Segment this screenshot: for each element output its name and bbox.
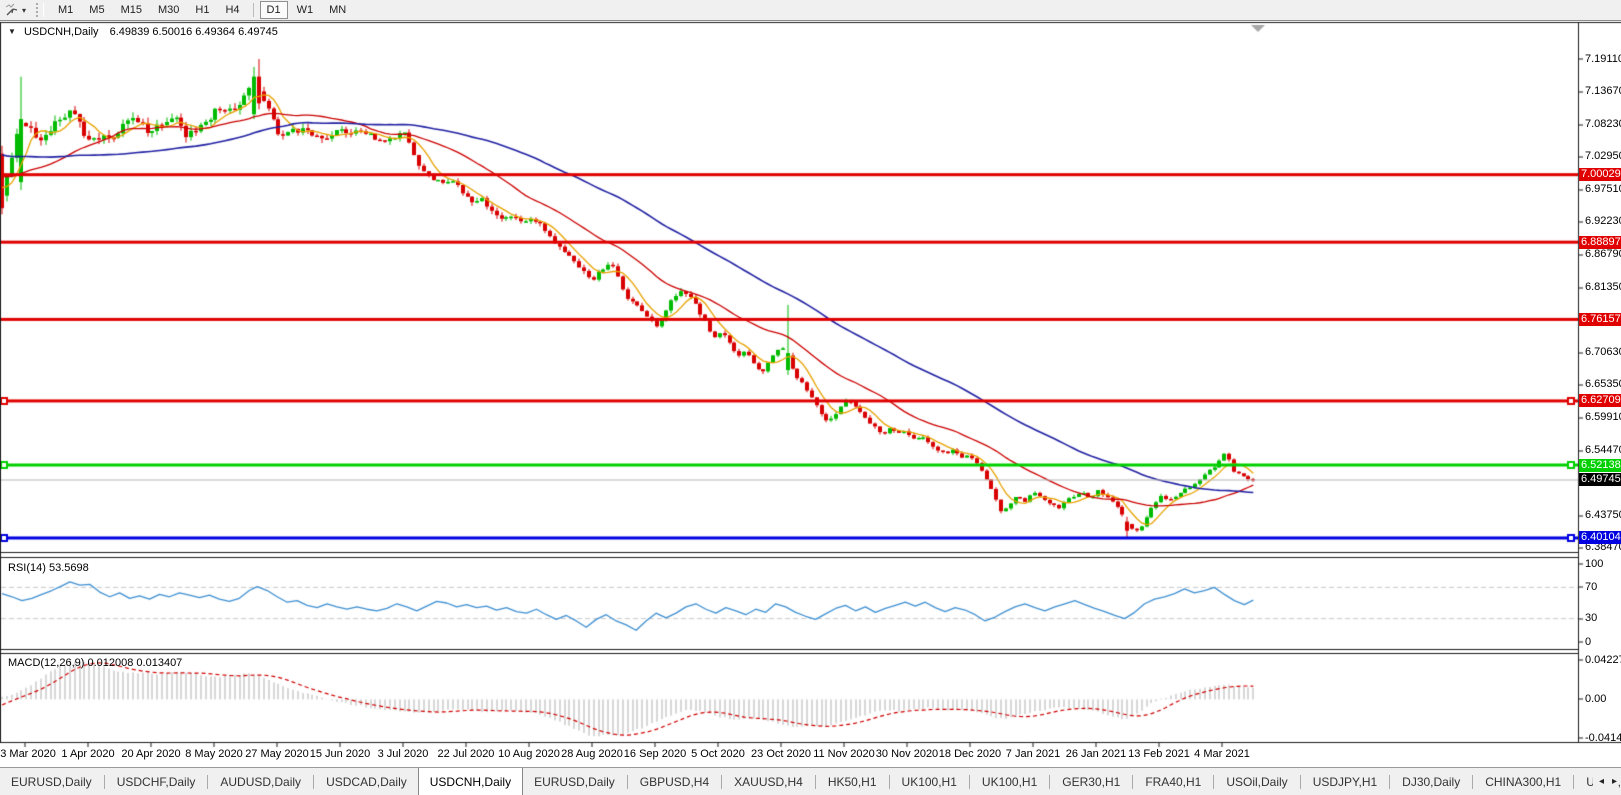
- price-line-label: 6.52138: [1579, 458, 1621, 472]
- chart-tab-bar: EURUSD,Daily USDCHF,Daily AUDUSD,Daily USDC…: [0, 767, 1621, 795]
- tab-scroll-right-icon[interactable]: ▸: [1612, 776, 1617, 787]
- price-line-label: 6.62709: [1579, 394, 1621, 408]
- chart-tab-fra40-h1[interactable]: FRA40,H1: [1134, 768, 1212, 795]
- tab-separator: [888, 774, 890, 789]
- chart-tab-usdcnh-daily[interactable]: USDCNH,Daily: [417, 768, 524, 795]
- current-price-label: 6.49745: [1579, 473, 1621, 487]
- chart-tab-ger30-h1[interactable]: GER30,H1: [1051, 768, 1131, 795]
- price-axis-tick: 6.86790: [1585, 248, 1621, 261]
- tab-separator: [814, 774, 816, 789]
- tab-separator: [1299, 774, 1301, 789]
- cursor-tool-icon[interactable]: [2, 2, 22, 18]
- timeframe-button-w1[interactable]: W1: [290, 1, 321, 19]
- toolbar-divider: [252, 3, 254, 17]
- timeframe-button-h1[interactable]: H1: [188, 1, 216, 19]
- chart-tab-usdchf-daily[interactable]: USDCHF,Daily: [106, 768, 207, 795]
- tab-separator: [968, 774, 970, 789]
- tab-scroll-controls: ◂ ▸: [1592, 768, 1617, 795]
- price-line-label: 7.00029: [1579, 168, 1621, 182]
- chart-tab-eurusd-daily[interactable]: EURUSD,Daily: [0, 768, 103, 795]
- tool-dropdown-icon[interactable]: ▾: [22, 6, 26, 15]
- macd-scale-tick: 0.00: [1585, 692, 1607, 705]
- tab-separator: [1573, 774, 1575, 789]
- rsi-label: RSI(14) 53.5698: [8, 562, 89, 575]
- price-axis-tick: 7.08230: [1585, 118, 1621, 131]
- timeframe-button-d1[interactable]: D1: [259, 1, 288, 19]
- tab-scroll-left-icon[interactable]: ◂: [1599, 776, 1604, 787]
- timeframe-button-h4[interactable]: H4: [218, 1, 246, 19]
- macd-indicator-name: MACD(12,26,9): [8, 657, 85, 669]
- tab-separator: [1049, 774, 1051, 789]
- chart-title: ▼ USDCNH,Daily 6.49839 6.50016 6.49364 6…: [8, 26, 278, 38]
- tab-separator: [1132, 774, 1134, 789]
- price-axis-tick: 6.92230: [1585, 215, 1621, 228]
- tab-separator: [1213, 774, 1215, 789]
- price-axis-tick: 6.97510: [1585, 183, 1621, 196]
- timeframe-button-m1[interactable]: M1: [51, 1, 80, 19]
- price-axis-tick: 6.70630: [1585, 346, 1621, 359]
- price-line-label: 6.88897: [1579, 235, 1621, 249]
- price-axis-tick: 7.19110: [1585, 52, 1621, 65]
- price-axis-tick: 6.59910: [1585, 411, 1621, 424]
- price-line-label: 6.76157: [1579, 312, 1621, 326]
- collapse-icon[interactable]: ▼: [8, 27, 16, 36]
- price-axis-tick: 6.43750: [1585, 509, 1621, 522]
- chart-tab-usdcad-daily[interactable]: USDCAD,Daily: [315, 768, 418, 795]
- timeframe-button-mn[interactable]: MN: [322, 1, 353, 19]
- rsi-indicator-name: RSI(14): [8, 562, 46, 574]
- chart-tab-usoil-daily[interactable]: USOil,Daily: [1215, 768, 1298, 795]
- timeframe-button-m30[interactable]: M30: [151, 1, 186, 19]
- price-axis-tick: 7.13670: [1585, 85, 1621, 98]
- macd-current-values: 0.012008 0.013407: [87, 657, 183, 669]
- chart-tab-eurusd-daily[interactable]: EURUSD,Daily: [523, 768, 626, 795]
- chart-tab-gbpusd-h4[interactable]: GBPUSD,H4: [629, 768, 720, 795]
- macd-scale-tick: -0.04148: [1585, 731, 1621, 744]
- timeframe-button-m15[interactable]: M15: [114, 1, 149, 19]
- rsi-scale-tick: 0: [1585, 635, 1592, 648]
- chart-tab-xauusd-h4[interactable]: XAUUSD,H4: [723, 768, 814, 795]
- macd-label: MACD(12,26,9) 0.012008 0.013407: [8, 657, 182, 670]
- price-axis-tick: 6.81350: [1585, 281, 1621, 294]
- tab-separator: [1472, 774, 1474, 789]
- rsi-current-value: 53.5698: [48, 562, 89, 574]
- chart-tab-uk100-h1[interactable]: UK100,H1: [891, 768, 968, 795]
- chart-tab-audusd-daily[interactable]: AUDUSD,Daily: [209, 768, 312, 795]
- tab-separator: [1389, 774, 1391, 789]
- macd-scale-tick: 0.042275: [1585, 653, 1621, 666]
- price-axis-tick: 6.54470: [1585, 444, 1621, 457]
- top-toolbar: ▾ M1 M5 M15 M30 H1 H4 D1 W1 MN: [0, 0, 1621, 21]
- chart-tab-uk100-h1[interactable]: UK100,H1: [971, 768, 1048, 795]
- timeframe-button-m5[interactable]: M5: [82, 1, 111, 19]
- date-axis-label: 4 Mar 2021: [1194, 748, 1250, 760]
- price-axis-tick: 6.65350: [1585, 378, 1621, 391]
- price-line-label: 6.40104: [1579, 531, 1621, 545]
- toolbar-grip[interactable]: [36, 3, 45, 17]
- rsi-scale-tick: 30: [1585, 612, 1598, 625]
- price-axis-tick: 7.02950: [1585, 150, 1621, 163]
- chart-ohlc-values: 6.49839 6.50016 6.49364 6.49745: [109, 26, 278, 38]
- tab-separator: [103, 774, 105, 789]
- chart-tab-hk50-h1[interactable]: HK50,H1: [817, 768, 888, 795]
- rsi-scale-tick: 100: [1585, 557, 1604, 570]
- tab-separator: [626, 774, 628, 789]
- tab-separator: [721, 774, 723, 789]
- chart-window: ▼ USDCNH,Daily 6.49839 6.50016 6.49364 6…: [0, 21, 1621, 767]
- tab-separator: [207, 774, 209, 789]
- chart-tab-dj30-daily[interactable]: DJ30,Daily: [1391, 768, 1471, 795]
- chart-symbol-label: USDCNH,Daily: [23, 26, 99, 38]
- chart-canvas[interactable]: [0, 21, 1621, 767]
- tab-separator: [313, 774, 315, 789]
- chart-tab-china300-h1[interactable]: CHINA300,H1: [1474, 768, 1572, 795]
- chart-tab-usdjpy-h1[interactable]: USDJPY,H1: [1302, 768, 1388, 795]
- rsi-scale-tick: 70: [1585, 580, 1598, 593]
